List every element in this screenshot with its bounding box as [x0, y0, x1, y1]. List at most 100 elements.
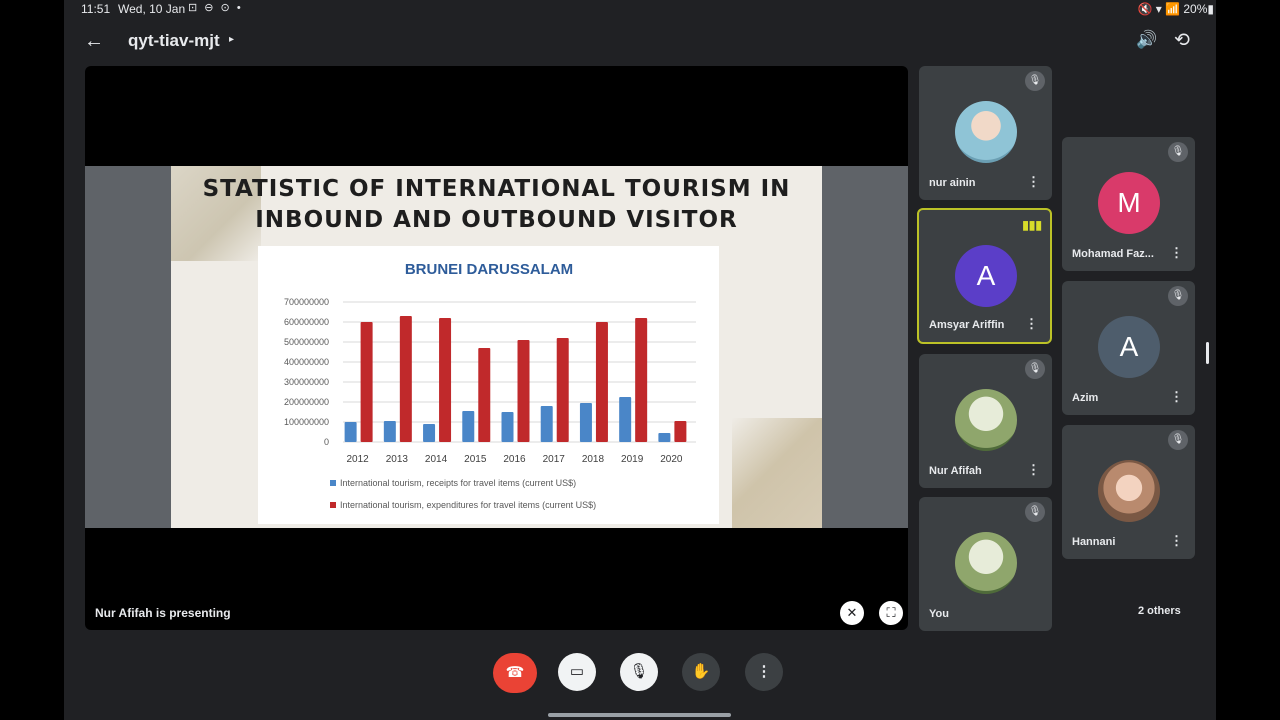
bar-expenditures: [595, 322, 608, 442]
meeting-code[interactable]: qyt-tiav-mjt: [128, 31, 220, 51]
x-tick-label: 2020: [660, 454, 683, 465]
participant-tile[interactable]: 🎙 Nur Afifah ⋮: [919, 354, 1052, 488]
mic-off-icon: 🎙: [1025, 502, 1045, 522]
participant-name: nur ainin: [929, 177, 976, 189]
bar-expenditures: [439, 318, 452, 442]
notification-icons: ⊡ ⊖ ⊙ •: [188, 2, 243, 14]
chart-title: BRUNEI DARUSSALAM: [405, 261, 573, 278]
back-arrow-icon[interactable]: ←: [84, 30, 104, 53]
bar-receipts: [501, 412, 514, 442]
participant-tile[interactable]: 🎙 Hannani ⋮: [1062, 425, 1195, 559]
participant-name: Mohamad Faz...: [1072, 248, 1154, 260]
mic-off-icon: 🎙: [1025, 71, 1045, 91]
more-vert-icon: ⋮: [756, 663, 772, 680]
participant-tile[interactable]: 🎙 You: [919, 497, 1052, 631]
y-tick-label: 600000000: [284, 317, 329, 327]
bar-expenditures: [635, 318, 648, 442]
x-tick-label: 2012: [346, 454, 369, 465]
chart-box: BRUNEI DARUSSALAM 0 100000000 200000000 3000…: [258, 246, 719, 524]
avatar: A: [955, 245, 1017, 307]
bar-receipts: [344, 422, 357, 442]
fullscreen-icon[interactable]: ⛶: [879, 601, 903, 625]
scrollbar[interactable]: [1206, 342, 1209, 364]
bar-receipts: [579, 403, 592, 442]
participant-name: Azim: [1072, 392, 1099, 404]
raise-hand-button[interactable]: ✋: [682, 653, 720, 691]
speaking-indicator-icon: ▮▮▮: [1022, 218, 1042, 232]
others-count[interactable]: 2 others: [1138, 605, 1181, 617]
bar-expenditures: [360, 322, 373, 442]
bar-receipts: [462, 411, 475, 442]
caret-right-icon[interactable]: ▸: [229, 34, 234, 45]
legend-swatch: [330, 480, 336, 486]
slide: STATISTIC OF INTERNATIONAL TOURISM IN IN…: [171, 166, 822, 528]
camera-off-icon: ▭: [569, 663, 585, 680]
kebab-menu-icon[interactable]: ⋮: [1170, 245, 1183, 261]
y-tick-label: 0: [324, 437, 329, 447]
speaker-icon[interactable]: 🔊: [1136, 30, 1157, 50]
home-indicator[interactable]: [548, 713, 731, 717]
mic-off-icon: 🎙: [1168, 142, 1188, 162]
kebab-menu-icon[interactable]: ⋮: [1027, 174, 1040, 190]
avatar: [955, 101, 1017, 163]
kebab-menu-icon[interactable]: ⋮: [1170, 389, 1183, 405]
slide-title-line2: INBOUND AND OUTBOUND VISITOR: [255, 207, 738, 233]
x-tick-label: 2014: [425, 454, 448, 465]
y-tick-label: 200000000: [284, 397, 329, 407]
status-time: 11:51: [81, 2, 111, 16]
slide-title: STATISTIC OF INTERNATIONAL TOURISM IN IN…: [171, 174, 822, 236]
x-tick-label: 2018: [582, 454, 605, 465]
presenting-label: Nur Afifah is presenting: [95, 606, 231, 620]
camera-toggle-button[interactable]: ▭: [558, 653, 596, 691]
bar-receipts: [383, 421, 396, 442]
mic-off-icon: 🎙: [629, 663, 649, 680]
status-date: Wed, 10 Jan: [118, 2, 186, 16]
map-decoration: [732, 418, 822, 528]
phone-hangup-icon: ☎: [505, 664, 525, 681]
kebab-menu-icon[interactable]: ⋮: [1025, 316, 1038, 332]
avatar: [955, 389, 1017, 451]
hand-icon: ✋: [691, 663, 711, 680]
mic-off-icon: 🎙: [1168, 286, 1188, 306]
bar-receipts: [540, 406, 553, 442]
participant-tile[interactable]: ▮▮▮ A Amsyar Ariffin ⋮: [917, 208, 1052, 344]
y-tick-label: 500000000: [284, 337, 329, 347]
bar-expenditures: [517, 340, 530, 442]
x-tick-label: 2017: [543, 454, 566, 465]
y-tick-label: 100000000: [284, 417, 329, 427]
legend-label: International tourism, receipts for trav…: [340, 478, 576, 488]
participant-name: Nur Afifah: [929, 465, 982, 477]
x-tick-label: 2019: [621, 454, 644, 465]
bar-receipts: [658, 433, 671, 442]
bar-receipts: [423, 424, 436, 442]
x-tick-label: 2016: [503, 454, 526, 465]
avatar: [955, 532, 1017, 594]
bar-expenditures: [399, 316, 412, 442]
participant-tile[interactable]: 🎙 M Mohamad Faz... ⋮: [1062, 137, 1195, 271]
bar-expenditures: [674, 421, 687, 442]
switch-camera-icon[interactable]: ⟲: [1174, 29, 1190, 52]
mic-off-icon: 🎙: [1025, 359, 1045, 379]
bar-chart: BRUNEI DARUSSALAM 0 100000000 200000000 3000…: [284, 261, 696, 510]
unpin-icon[interactable]: ✕: [840, 601, 864, 625]
participant-name: You: [929, 608, 949, 620]
y-tick-label: 400000000: [284, 357, 329, 367]
more-options-button[interactable]: ⋮: [745, 653, 783, 691]
kebab-menu-icon[interactable]: ⋮: [1027, 462, 1040, 478]
participant-name: Amsyar Ariffin: [929, 319, 1005, 331]
participant-tile[interactable]: 🎙 nur ainin ⋮: [919, 66, 1052, 200]
avatar: A: [1098, 316, 1160, 378]
kebab-menu-icon[interactable]: ⋮: [1170, 533, 1183, 549]
participant-name: Hannani: [1072, 536, 1116, 548]
legend-label: International tourism, expenditures for …: [340, 500, 596, 510]
mic-toggle-button[interactable]: 🎙: [620, 653, 658, 691]
legend-swatch: [330, 502, 336, 508]
y-tick-label: 700000000: [284, 297, 329, 307]
end-call-button[interactable]: ☎: [493, 653, 537, 693]
x-tick-label: 2015: [464, 454, 487, 465]
avatar: M: [1098, 172, 1160, 234]
bar-receipts: [619, 397, 632, 442]
mic-off-icon: 🎙: [1168, 430, 1188, 450]
participant-tile[interactable]: 🎙 A Azim ⋮: [1062, 281, 1195, 415]
status-bar: 11:51 Wed, 10 Jan ⊡ ⊖ ⊙ • 🔇 ▾ 📶 20%▮: [0, 0, 1280, 18]
